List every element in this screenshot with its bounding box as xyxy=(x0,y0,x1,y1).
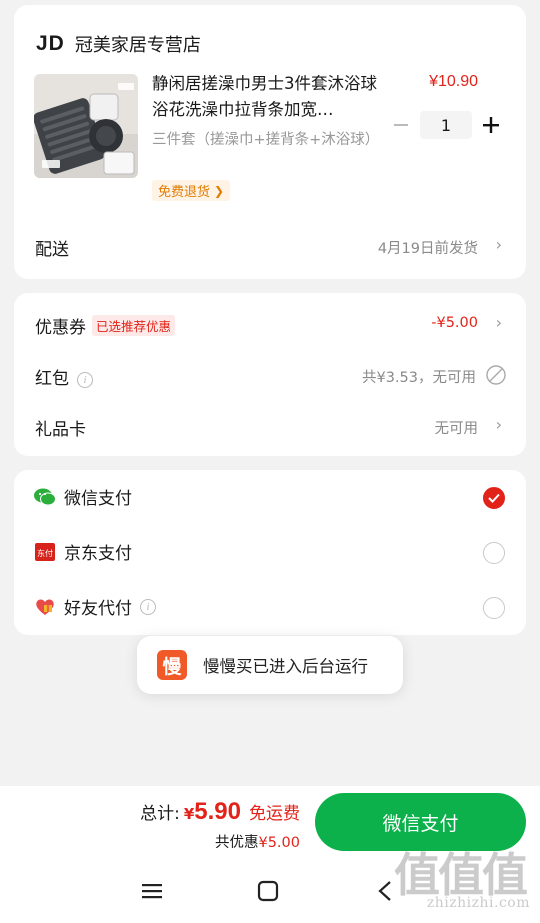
coupon-value: -¥5.00 xyxy=(431,315,478,331)
check-icon xyxy=(488,493,500,503)
watermark-url: zhizhizhi.com xyxy=(426,895,530,911)
home-nav-button[interactable] xyxy=(253,876,283,906)
payment-radio-wechat[interactable] xyxy=(483,487,505,509)
payment-option-wechat[interactable]: 微信支付 xyxy=(14,482,526,514)
discount-card: 优惠券 已选推荐优惠 -¥5.00 › 红包 i 共¥3.53，无可用 礼品卡 无可… xyxy=(14,293,526,456)
product-price: ¥10.90 xyxy=(429,73,478,90)
store-name[interactable]: 冠美家居专营店 xyxy=(75,31,201,57)
delivery-label: 配送 xyxy=(35,240,69,260)
payment-method-card: 微信支付 东付 京东支付 好友代付 i xyxy=(14,470,526,635)
site-watermark: 值值值 zhizhizhi.com xyxy=(384,839,534,921)
menu-nav-button[interactable] xyxy=(137,876,167,906)
product-image[interactable] xyxy=(34,74,138,178)
decrease-quantity-button[interactable] xyxy=(388,112,414,138)
recommended-coupon-tag: 已选推荐优惠 xyxy=(92,315,176,336)
payment-option-jdpay-label: 东付 京东支付 xyxy=(34,539,132,564)
currency-symbol: ¥ xyxy=(183,805,195,823)
giftcard-value: 无可用 xyxy=(434,421,479,437)
redpacket-row[interactable]: 红包 i 共¥3.53，无可用 xyxy=(14,358,526,394)
payment-radio-friend[interactable] xyxy=(483,597,505,619)
home-square-icon xyxy=(257,880,279,902)
background-running-toast: 慢 慢慢买已进入后台运行 xyxy=(137,636,403,694)
info-icon[interactable]: i xyxy=(140,598,156,615)
delivery-row[interactable]: 配送 4月19日前发货 › xyxy=(14,229,526,265)
jd-pay-icon: 东付 xyxy=(34,541,56,563)
payment-option-label: 好友代付 xyxy=(64,599,132,619)
chevron-right-icon: ❯ xyxy=(214,183,225,198)
store-header[interactable]: JD 冠美家居专营店 xyxy=(36,31,201,57)
payment-option-jdpay[interactable]: 东付 京东支付 xyxy=(14,537,526,569)
increase-quantity-button[interactable] xyxy=(478,112,504,138)
manmanmai-app-icon: 慢 xyxy=(157,650,187,680)
delivery-value: 4月19日前发货 xyxy=(377,241,478,257)
payment-option-friend-label: 好友代付 i xyxy=(34,594,156,619)
order-store-card: JD 冠美家居专营店 静闲居搓澡巾男士3件套沐浴球浴花洗澡巾拉背条加宽… ¥10 xyxy=(14,5,526,279)
product-title[interactable]: 静闲居搓澡巾男士3件套沐浴球浴花洗澡巾拉背条加宽… xyxy=(152,71,384,123)
total-line: 总计: ¥ 5.90 免运费 xyxy=(140,798,300,826)
total-amount: 5.90 xyxy=(194,798,241,825)
redpacket-label: 红包 xyxy=(35,369,69,389)
saved-amount: ¥5.00 xyxy=(258,835,300,851)
redpacket-label-wrap: 红包 i xyxy=(35,364,93,389)
chevron-right-icon: › xyxy=(495,235,502,254)
payment-option-friend[interactable]: 好友代付 i xyxy=(14,592,526,624)
payment-option-label: 京东支付 xyxy=(64,544,132,564)
info-icon[interactable]: i xyxy=(77,372,93,388)
heart-gift-icon xyxy=(34,596,56,618)
plus-icon xyxy=(483,117,499,133)
quantity-stepper: 1 xyxy=(388,111,504,139)
free-return-label: 免费退货 xyxy=(158,185,211,200)
chevron-right-icon: › xyxy=(495,415,502,434)
free-return-badge: 免费退货 ❯ xyxy=(152,180,231,201)
coupon-row[interactable]: 优惠券 已选推荐优惠 -¥5.00 › xyxy=(14,307,526,343)
saved-label: 共优惠 xyxy=(214,835,259,851)
saved-line: 共优惠¥5.00 xyxy=(215,831,300,852)
product-image-graphic xyxy=(34,74,138,178)
coupon-label: 优惠券 xyxy=(35,318,86,338)
free-shipping-label: 免运费 xyxy=(249,804,300,824)
payment-option-wechat-label: 微信支付 xyxy=(34,484,132,509)
checkout-bar: 总计: ¥ 5.90 免运费 共优惠¥5.00 微信支付 值值值 zhizhiz… xyxy=(0,786,540,923)
quantity-input[interactable]: 1 xyxy=(420,111,472,139)
minus-icon xyxy=(394,124,408,126)
chevron-right-icon: › xyxy=(495,313,502,332)
coupon-label-wrap: 优惠券 已选推荐优惠 xyxy=(35,313,176,338)
product-spec[interactable]: 三件套（搓澡巾+搓背条+沐浴球） xyxy=(152,129,392,151)
payment-radio-jdpay[interactable] xyxy=(483,542,505,564)
giftcard-label: 礼品卡 xyxy=(35,420,86,440)
wechat-pay-icon xyxy=(34,486,56,508)
svg-text:东付: 东付 xyxy=(37,548,53,558)
menu-icon xyxy=(142,884,162,899)
giftcard-row[interactable]: 礼品卡 无可用 › xyxy=(14,409,526,445)
unavailable-icon xyxy=(486,365,506,389)
redpacket-value: 共¥3.53，无可用 xyxy=(361,370,476,386)
jd-logo: JD xyxy=(36,32,65,55)
payment-option-label: 微信支付 xyxy=(64,489,132,509)
toast-text: 慢慢买已进入后台运行 xyxy=(203,657,368,676)
total-label: 总计: xyxy=(140,804,180,824)
